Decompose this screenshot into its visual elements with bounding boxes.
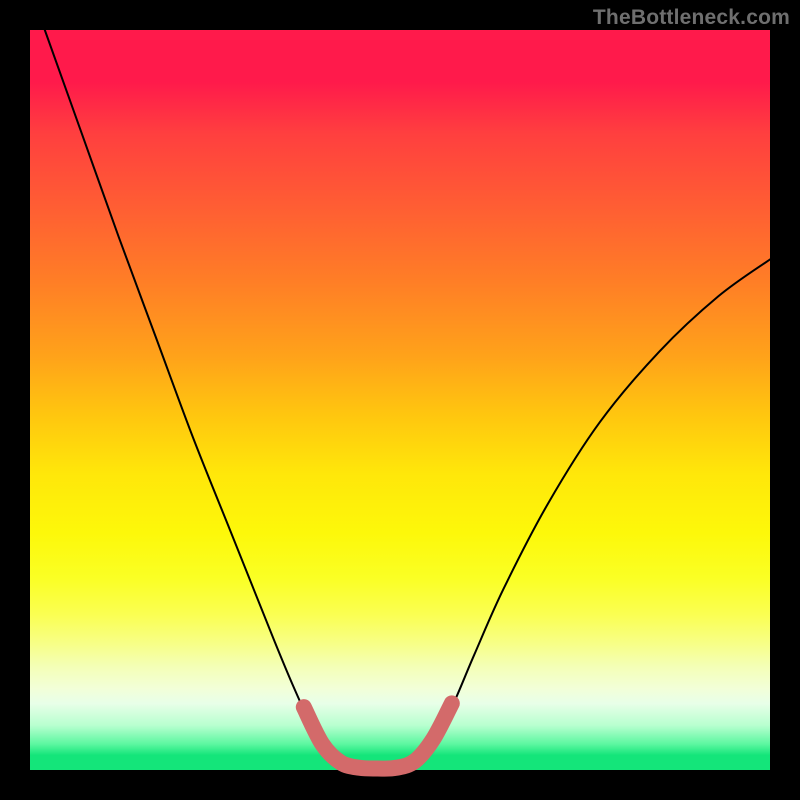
chart-svg xyxy=(30,30,770,770)
plot-area xyxy=(30,30,770,770)
series-highlight-band xyxy=(304,703,452,768)
series-curve xyxy=(45,30,770,769)
chart-frame: TheBottleneck.com xyxy=(0,0,800,800)
watermark-text: TheBottleneck.com xyxy=(593,6,790,30)
